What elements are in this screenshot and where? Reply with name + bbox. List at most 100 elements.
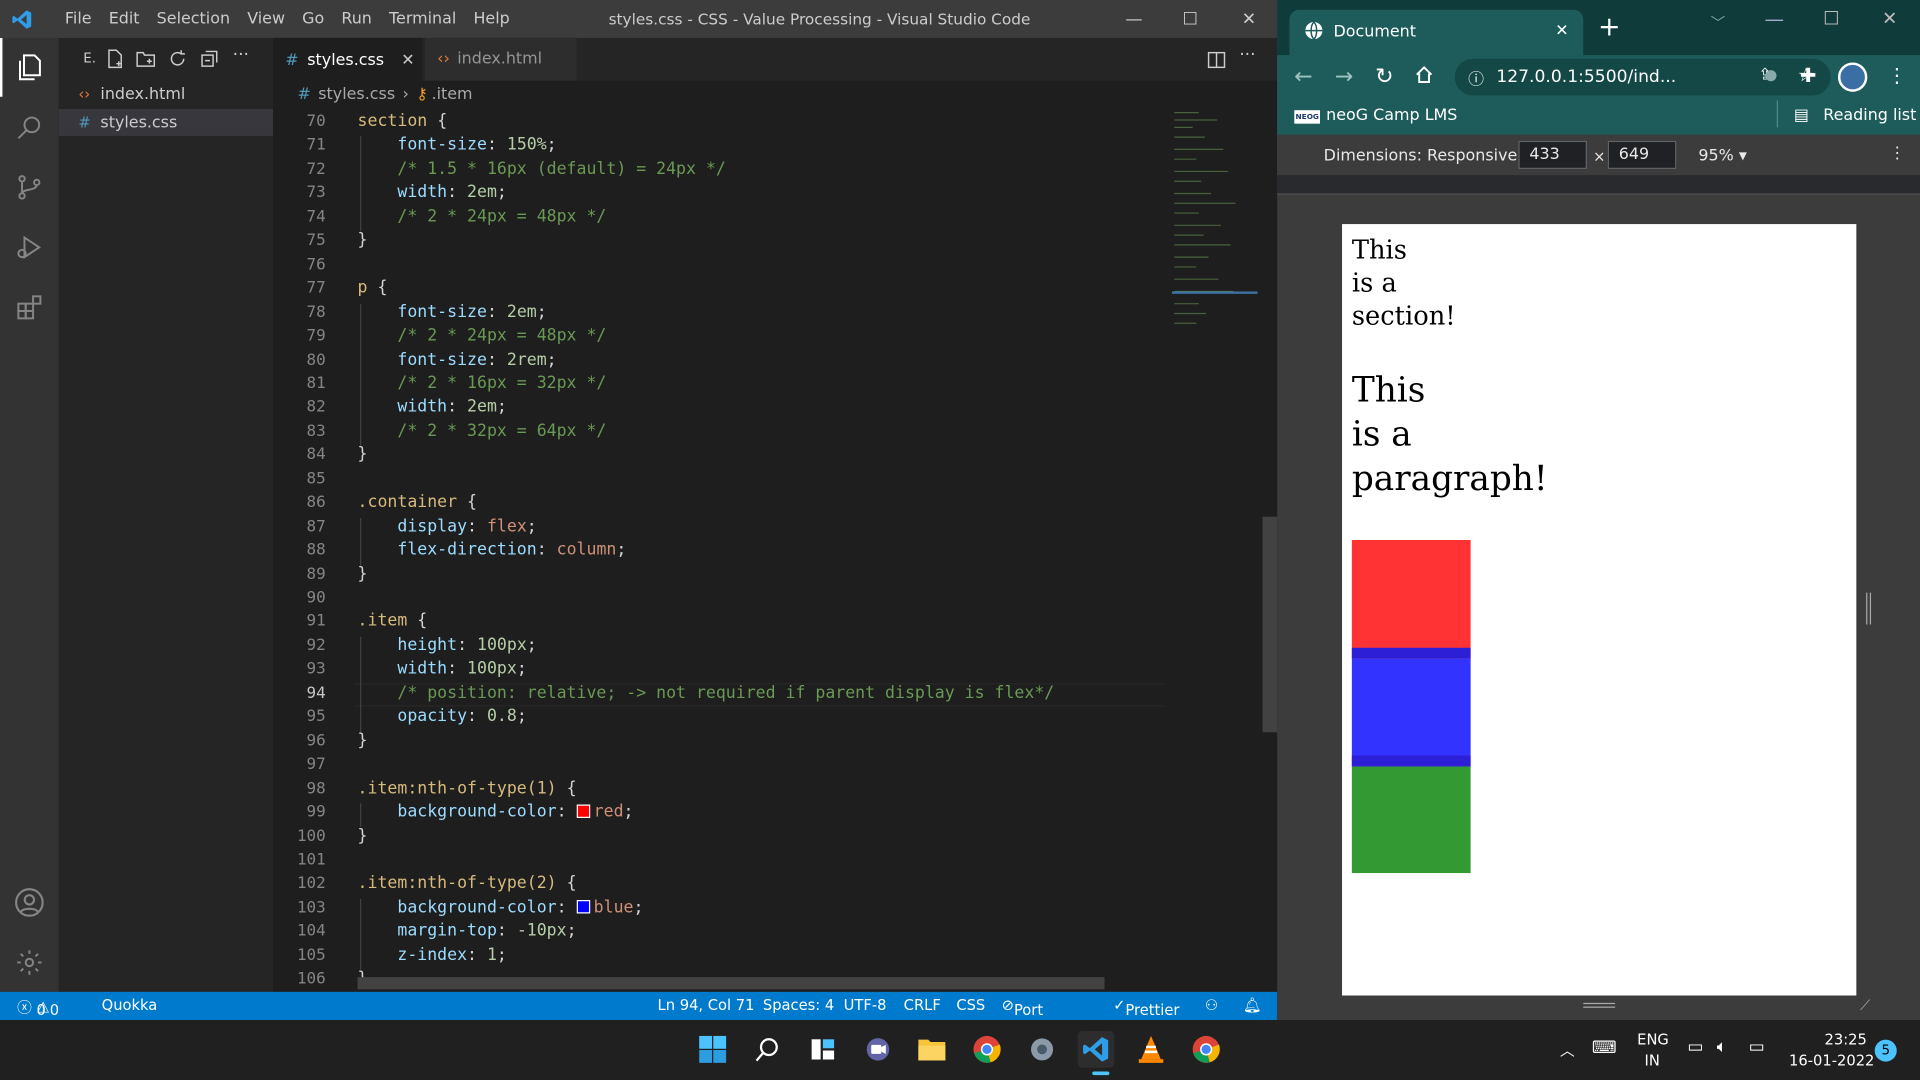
code-line[interactable]: /* 2 * 24px = 48px */ — [358, 326, 606, 346]
clock-date[interactable]: 16-01-2022 — [1789, 1052, 1874, 1069]
horizontal-scrollbar[interactable] — [357, 977, 1105, 990]
menu-go[interactable]: Go — [294, 10, 333, 28]
code-line[interactable]: /* 1.5 * 16px (default) = 24px */ — [358, 159, 725, 179]
resize-handle-right[interactable] — [1866, 592, 1872, 625]
chrome-alt-icon[interactable] — [1188, 1031, 1225, 1068]
code-line[interactable]: .container { — [358, 492, 477, 512]
search-icon[interactable] — [0, 98, 59, 157]
code-line[interactable]: font-size: 150%; — [358, 135, 556, 155]
keyboard-icon[interactable]: ⌨ — [1592, 1038, 1617, 1058]
minimize-button[interactable]: — — [1106, 0, 1162, 38]
vlc-icon[interactable] — [1133, 1031, 1170, 1068]
feedback-icon[interactable]: ⚇ — [1205, 997, 1218, 1014]
language-mode[interactable]: CSS — [956, 997, 985, 1014]
file-explorer-icon[interactable] — [913, 1031, 950, 1068]
eol-status[interactable]: CRLF — [904, 997, 941, 1014]
browser-menu-icon[interactable]: ⋮ — [1887, 64, 1907, 87]
menu-file[interactable]: File — [56, 10, 100, 28]
code-line[interactable]: background-color: red; — [358, 802, 633, 822]
code-line[interactable]: .item { — [358, 612, 428, 632]
code-line[interactable]: z-index: 1; — [358, 945, 507, 965]
reading-list[interactable]: Reading list — [1823, 107, 1916, 125]
teams-chat-icon[interactable] — [860, 1031, 897, 1068]
code-line[interactable]: .item:nth-of-type(1) { — [358, 778, 577, 798]
encoding-status[interactable]: UTF-8 — [844, 997, 887, 1014]
extension-icon[interactable]: ● — [1765, 66, 1778, 83]
code-line[interactable]: background-color: blue; — [358, 897, 643, 917]
reading-list-icon[interactable]: ▤ — [1794, 107, 1809, 125]
run-debug-icon[interactable] — [0, 218, 59, 277]
menu-view[interactable]: View — [239, 10, 294, 28]
code-editor[interactable]: 70 section {71 font-size: 150%; 72 /* 1.5 … — [273, 107, 1263, 992]
menu-selection[interactable]: Selection — [148, 10, 239, 28]
explorer-icon[interactable] — [0, 37, 59, 97]
zoom-select[interactable]: 95% ▾ — [1698, 147, 1746, 165]
code-line[interactable]: display: flex; — [358, 516, 536, 536]
close-tab-icon[interactable]: ✕ — [1555, 22, 1568, 40]
input-region[interactable]: IN — [1645, 1052, 1660, 1069]
file-item-styles-css[interactable]: # styles.css — [58, 108, 274, 136]
clock-time[interactable]: 23:25 — [1825, 1031, 1867, 1048]
menu-run[interactable]: Run — [333, 10, 381, 28]
tab-search-chevron-icon[interactable]: ﹀ — [1711, 12, 1726, 33]
extensions-icon[interactable] — [0, 278, 59, 337]
windows-start-icon[interactable] — [694, 1031, 731, 1068]
new-file-icon[interactable] — [105, 49, 125, 73]
extensions-puzzle-icon[interactable]: ✚ — [1800, 64, 1816, 87]
code-line[interactable]: flex-direction: column; — [358, 540, 626, 560]
site-info-icon[interactable]: ⓘ — [1468, 66, 1484, 89]
more-actions-icon[interactable]: ··· — [233, 45, 249, 65]
dimensions-select[interactable]: Dimensions: Responsive ▾ — [1324, 147, 1531, 165]
input-language[interactable]: ENG — [1637, 1031, 1669, 1048]
problems-indicator[interactable]: ⓧ 0 ⚠ 0 — [17, 997, 59, 1019]
new-tab-icon[interactable]: + — [1598, 12, 1621, 43]
close-tab-icon[interactable]: ✕ — [401, 51, 414, 69]
code-line[interactable]: width: 2em; — [358, 397, 507, 417]
reload-icon[interactable]: ↻ — [1375, 64, 1393, 90]
code-line[interactable]: font-size: 2rem; — [358, 350, 556, 370]
notification-badge[interactable]: 5 — [1874, 1039, 1897, 1062]
vscode-logo-icon[interactable] — [0, 8, 44, 30]
code-line[interactable]: } — [358, 564, 368, 584]
code-line[interactable]: /* 2 * 16px = 32px */ — [358, 373, 606, 393]
network-icon[interactable]: ▭ — [1687, 1037, 1703, 1057]
maximize-button[interactable]: ☐ — [1162, 0, 1218, 38]
split-editor-icon[interactable] — [1207, 50, 1226, 73]
menu-help[interactable]: Help — [465, 10, 518, 28]
code-line[interactable]: .item:nth-of-type(2) { — [358, 874, 577, 894]
menu-edit[interactable]: Edit — [100, 10, 148, 28]
code-line[interactable]: /* 2 * 24px = 48px */ — [358, 207, 606, 227]
task-view-icon[interactable] — [804, 1031, 841, 1068]
breadcrumb-file[interactable]: styles.css — [318, 85, 395, 103]
live-server-port[interactable]: ⊘ Port : 5500 — [1002, 997, 1052, 1053]
cursor-position[interactable]: Ln 94, Col 71 — [658, 997, 755, 1014]
back-icon[interactable]: ← — [1294, 64, 1312, 90]
search-icon[interactable] — [749, 1031, 786, 1068]
home-icon[interactable] — [1414, 65, 1434, 89]
bookmark-neog[interactable]: neoG Camp LMS — [1326, 107, 1457, 125]
code-line[interactable]: width: 100px; — [358, 659, 526, 679]
settings-icon[interactable] — [1024, 1031, 1061, 1068]
minimize-button[interactable]: — — [1765, 7, 1785, 30]
height-input[interactable]: 649 — [1607, 140, 1677, 169]
device-toolbar-more-icon[interactable]: ⋮ — [1889, 144, 1905, 162]
notifications-bell-icon[interactable]: 🔔︎ — [1243, 997, 1262, 1014]
quokka-status[interactable]: Quokka — [102, 997, 158, 1014]
accounts-icon[interactable] — [0, 873, 59, 932]
new-folder-icon[interactable] — [136, 49, 156, 73]
code-line[interactable]: /* position: relative; -> not required i… — [358, 683, 1055, 703]
file-item-index-html[interactable]: ‹› index.html — [59, 81, 273, 108]
resize-corner-icon[interactable]: ⟋ — [1860, 997, 1870, 1015]
browser-tab[interactable]: Document ✕ — [1289, 9, 1584, 56]
indentation-status[interactable]: Spaces: 4 — [763, 997, 834, 1014]
close-window-button[interactable]: ✕ — [1882, 7, 1897, 29]
code-line[interactable]: height: 100px; — [358, 635, 536, 655]
code-line[interactable]: } — [358, 826, 368, 846]
avatar[interactable] — [1837, 62, 1868, 92]
vscode-taskbar-icon[interactable] — [1077, 1031, 1115, 1068]
refresh-icon[interactable] — [168, 49, 188, 73]
code-line[interactable]: margin-top: -10px; — [358, 921, 576, 941]
menu-terminal[interactable]: Terminal — [380, 10, 464, 28]
minimap[interactable] — [1164, 107, 1263, 992]
forward-icon[interactable]: → — [1335, 64, 1353, 90]
